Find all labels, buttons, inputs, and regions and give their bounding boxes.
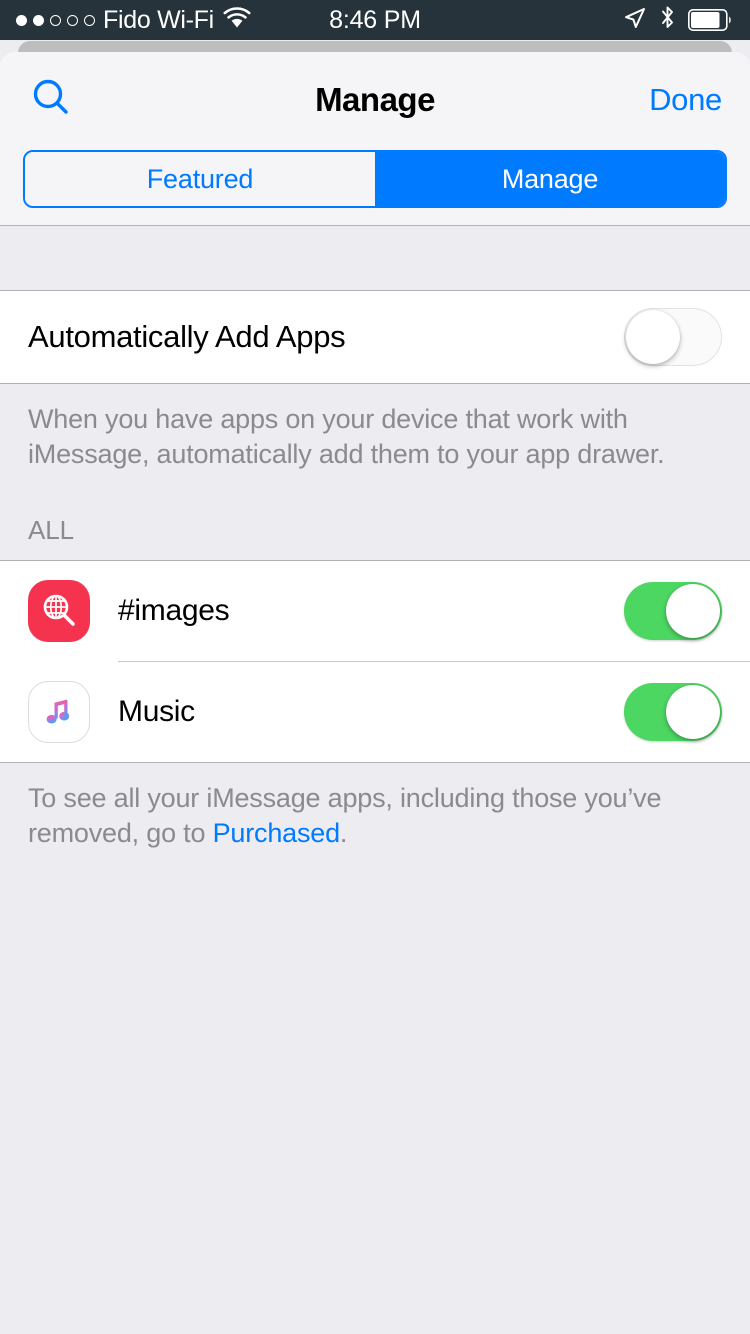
app-list-group: #images Music	[0, 560, 750, 764]
status-bar: Fido Wi-Fi 8:46 PM	[0, 0, 750, 40]
wifi-icon	[222, 6, 252, 34]
app-name-label: Music	[118, 695, 195, 729]
images-app-toggle[interactable]	[624, 582, 722, 641]
automatically-add-apps-label: Automatically Add Apps	[28, 319, 346, 354]
section-gap-top	[0, 226, 750, 290]
signal-dot-2	[33, 14, 44, 26]
segment-featured[interactable]: Featured	[25, 152, 375, 206]
manage-sheet: Manage Done Featured Manage Automaticall…	[0, 52, 750, 1334]
music-app-toggle[interactable]	[624, 683, 722, 742]
music-app-icon	[28, 681, 90, 744]
signal-dot-5	[84, 14, 95, 26]
battery-icon	[688, 9, 734, 31]
signal-dot-1	[16, 14, 27, 26]
all-section-header: ALL	[28, 515, 74, 546]
toggle-knob	[666, 685, 720, 740]
automatically-add-apps-row[interactable]: Automatically Add Apps	[0, 290, 750, 384]
phone-screen: Fido Wi-Fi 8:46 PM Manage Done Featured …	[0, 0, 750, 1334]
location-arrow-icon	[623, 6, 647, 35]
signal-strength-dots	[16, 14, 95, 26]
navigation-bar: Manage Done Featured Manage	[0, 52, 750, 226]
carrier-label: Fido Wi-Fi	[103, 5, 214, 34]
done-button[interactable]: Done	[649, 82, 722, 118]
toggle-knob	[666, 584, 720, 639]
segmented-control[interactable]: Featured Manage	[23, 150, 727, 208]
status-bar-right	[375, 5, 734, 35]
status-bar-left: Fido Wi-Fi	[16, 6, 375, 35]
images-app-icon	[28, 580, 90, 643]
all-section-footer: To see all your iMessage apps, including…	[0, 763, 750, 850]
purchased-link[interactable]: Purchased	[213, 818, 340, 848]
table-row[interactable]: Music	[0, 662, 750, 763]
automatically-add-apps-footer: When you have apps on your device that w…	[28, 404, 665, 469]
navigation-bar-row: Manage Done	[0, 52, 750, 148]
footer-suffix-text: .	[339, 817, 348, 848]
segment-manage[interactable]: Manage	[375, 152, 725, 206]
page-title: Manage	[315, 81, 435, 118]
table-row[interactable]: #images	[0, 561, 750, 662]
app-name-label: #images	[118, 594, 230, 628]
music-icon-badge	[28, 681, 90, 744]
signal-dot-4	[67, 14, 78, 26]
automatically-add-apps-toggle[interactable]	[624, 308, 722, 366]
search-button[interactable]	[28, 77, 74, 123]
toggle-knob	[626, 310, 680, 364]
bluetooth-icon	[659, 5, 676, 35]
search-icon	[29, 76, 73, 125]
images-icon-badge	[28, 580, 90, 643]
signal-dot-3	[50, 14, 61, 26]
content-area: Automatically Add Apps When you have app…	[0, 226, 750, 851]
